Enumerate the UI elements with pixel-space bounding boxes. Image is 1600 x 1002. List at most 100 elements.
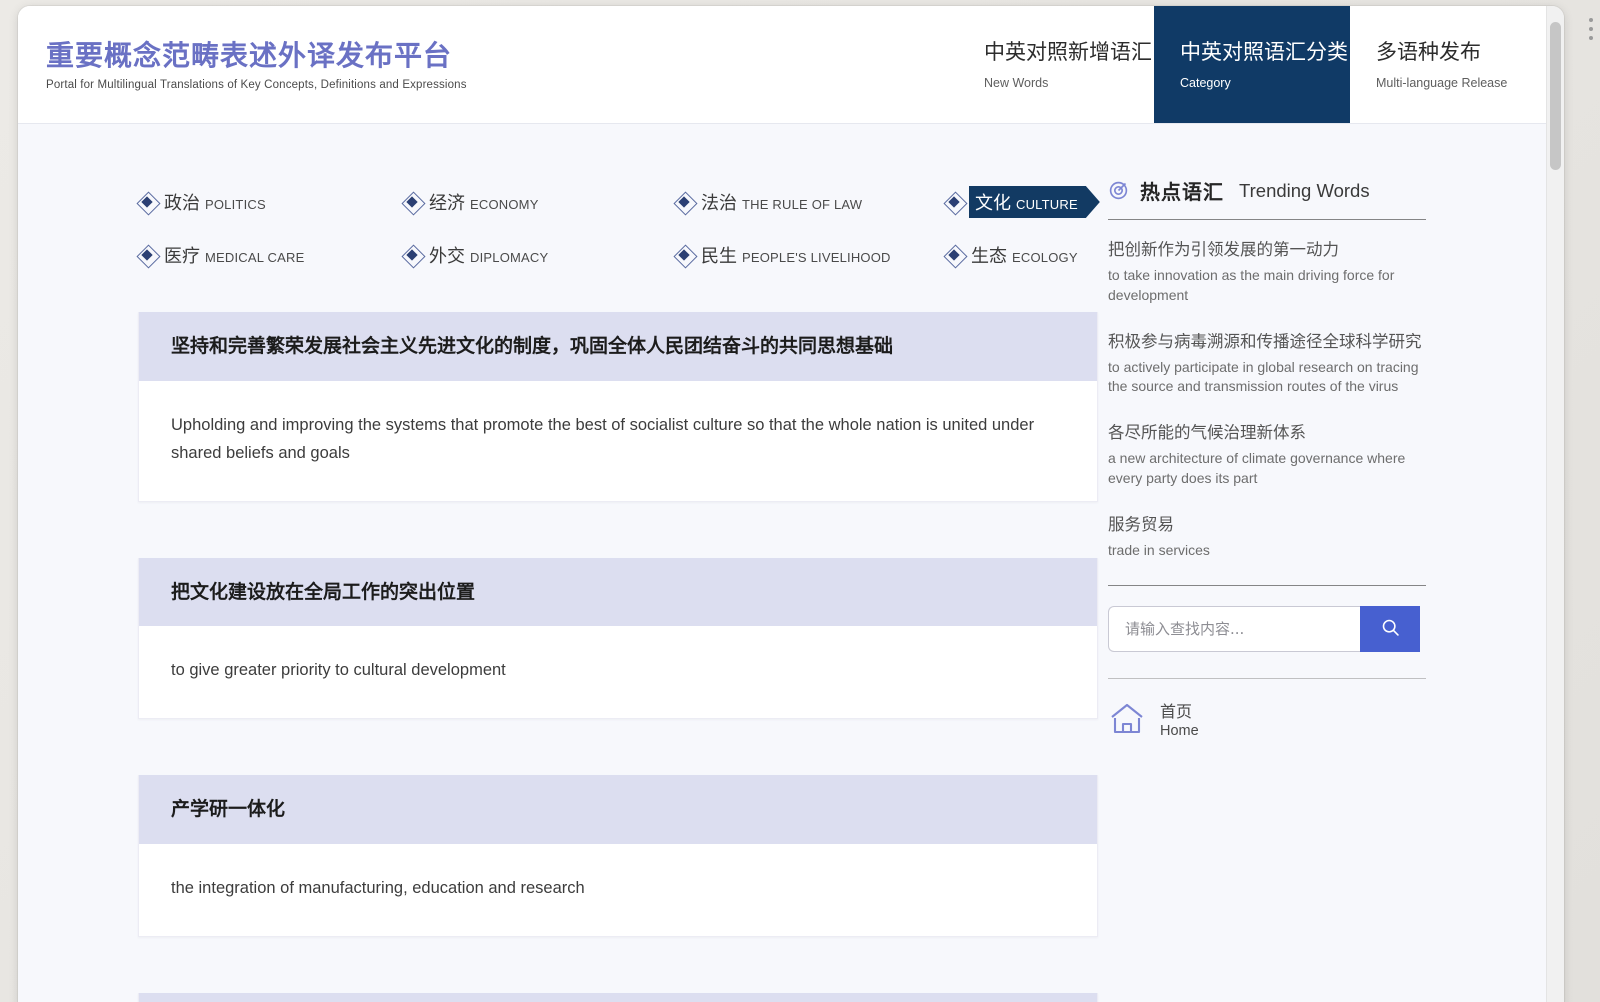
trending-item[interactable]: 服务贸易 trade in services bbox=[1108, 513, 1426, 561]
brand-title-en: Portal for Multilingual Translations of … bbox=[46, 79, 718, 91]
window-menu-dots[interactable] bbox=[1589, 18, 1597, 45]
nav-item-label-cn: 中英对照语汇分类 bbox=[1180, 39, 1348, 66]
category-medical-care[interactable]: 医疗 MEDICAL CARE bbox=[138, 240, 403, 270]
trending-item-en: to actively participate in global resear… bbox=[1108, 358, 1426, 398]
entry-card[interactable]: 把文化建设放在全局工作的突出位置 to give greater priorit… bbox=[138, 558, 1098, 720]
category-label-cn: 经济 bbox=[429, 189, 465, 215]
scrollbar-thumb[interactable] bbox=[1550, 22, 1561, 170]
trending-item-cn: 服务贸易 bbox=[1108, 513, 1426, 537]
category-diplomacy[interactable]: 外交 DIPLOMACY bbox=[403, 240, 675, 270]
divider bbox=[1108, 585, 1426, 586]
entry-title-cn: 坚持和完善繁荣发展社会主义先进文化的制度，巩固全体人民团结奋斗的共同思想基础 bbox=[139, 312, 1097, 381]
brand: 重要概念范畴表述外译发布平台 Portal for Multilingual T… bbox=[18, 6, 718, 123]
home-link-text: 首页 Home bbox=[1160, 702, 1199, 740]
trending-item-cn: 把创新作为引领发展的第一动力 bbox=[1108, 238, 1426, 262]
dot bbox=[1589, 18, 1593, 22]
trending-item[interactable]: 积极参与病毒溯源和传播途径全球科学研究 to actively particip… bbox=[1108, 330, 1426, 398]
category-ecology[interactable]: 生态 ECOLOGY bbox=[945, 240, 1108, 270]
category-peoples-livelihood[interactable]: 民生 PEOPLE'S LIVELIHOOD bbox=[675, 240, 945, 270]
entry-title-cn: 城乡公共文化服务体系一体建设 bbox=[139, 993, 1097, 1002]
nav-item-label-cn: 多语种发布 bbox=[1376, 39, 1481, 66]
trending-item-en: to take innovation as the main driving f… bbox=[1108, 266, 1426, 306]
search-button[interactable] bbox=[1360, 606, 1420, 652]
entry-translation-en: Upholding and improving the systems that… bbox=[139, 381, 1097, 501]
category-label-en: PEOPLE'S LIVELIHOOD bbox=[742, 250, 891, 265]
sidebar: 热点语汇 Trending Words 把创新作为引领发展的第一动力 to ta… bbox=[1108, 124, 1546, 1002]
home-link[interactable]: 首页 Home bbox=[1108, 701, 1546, 742]
category-label-en: POLITICS bbox=[205, 197, 266, 212]
diamond-icon bbox=[138, 193, 156, 211]
page-viewport: 重要概念范畴表述外译发布平台 Portal for Multilingual T… bbox=[18, 6, 1546, 1002]
vertical-scrollbar[interactable] bbox=[1546, 6, 1564, 1002]
entry-card[interactable]: 产学研一体化 the integration of manufacturing,… bbox=[138, 775, 1098, 937]
category-label-en: ECONOMY bbox=[470, 197, 539, 212]
category-label-cn: 医疗 bbox=[164, 242, 200, 268]
nav-item-label-en: New Words bbox=[984, 76, 1048, 90]
diamond-icon bbox=[945, 193, 963, 211]
search-icon bbox=[1380, 617, 1401, 641]
category-label: 医疗 MEDICAL CARE bbox=[162, 240, 306, 270]
category-label: 政治 POLITICS bbox=[162, 187, 268, 217]
diamond-icon bbox=[138, 246, 156, 264]
search-input[interactable] bbox=[1108, 606, 1360, 652]
entry-title-cn: 把文化建设放在全局工作的突出位置 bbox=[139, 558, 1097, 627]
search-bar bbox=[1108, 606, 1420, 652]
entry-title-cn: 产学研一体化 bbox=[139, 775, 1097, 844]
category-label-cn: 政治 bbox=[164, 189, 200, 215]
category-label-en: ECOLOGY bbox=[1012, 250, 1078, 265]
home-label-en: Home bbox=[1160, 722, 1199, 740]
diamond-icon bbox=[675, 246, 693, 264]
diamond-icon bbox=[945, 246, 963, 264]
entry-card[interactable]: 城乡公共文化服务体系一体建设 the integrated developmen… bbox=[138, 993, 1098, 1002]
brand-title-cn: 重要概念范畴表述外译发布平台 bbox=[46, 38, 718, 73]
trending-item[interactable]: 把创新作为引领发展的第一动力 to take innovation as the… bbox=[1108, 238, 1426, 306]
category-label: 文化 CULTURE bbox=[969, 186, 1100, 218]
category-politics[interactable]: 政治 POLITICS bbox=[138, 186, 403, 218]
trending-item-en: trade in services bbox=[1108, 541, 1426, 561]
target-icon bbox=[1108, 180, 1129, 201]
category-rule-of-law[interactable]: 法治 THE RULE OF LAW bbox=[675, 186, 945, 218]
category-culture[interactable]: 文化 CULTURE bbox=[945, 186, 1108, 218]
home-icon bbox=[1108, 701, 1146, 742]
trending-item-cn: 各尽所能的气候治理新体系 bbox=[1108, 421, 1426, 445]
nav-item-new-words[interactable]: 中英对照新增语汇 New Words bbox=[958, 6, 1154, 123]
category-label-cn: 民生 bbox=[701, 242, 737, 268]
nav-item-category[interactable]: 中英对照语汇分类 Category bbox=[1154, 6, 1350, 123]
category-label: 生态 ECOLOGY bbox=[969, 240, 1080, 270]
dot bbox=[1589, 27, 1593, 31]
diamond-icon bbox=[403, 246, 421, 264]
main-content: 政治 POLITICS 经济 ECONOMY bbox=[18, 124, 1108, 1002]
category-label-en: MEDICAL CARE bbox=[205, 250, 304, 265]
category-label-cn: 外交 bbox=[429, 242, 465, 268]
category-economy[interactable]: 经济 ECONOMY bbox=[403, 186, 675, 218]
trending-title-cn: 热点语汇 bbox=[1140, 176, 1224, 205]
page-body: 政治 POLITICS 经济 ECONOMY bbox=[18, 124, 1546, 1002]
category-label-cn: 文化 bbox=[975, 189, 1011, 215]
category-label: 法治 THE RULE OF LAW bbox=[699, 187, 864, 217]
nav-item-label-en: Category bbox=[1180, 76, 1231, 90]
category-label: 民生 PEOPLE'S LIVELIHOOD bbox=[699, 240, 893, 270]
main-nav: 中英对照新增语汇 New Words 中英对照语汇分类 Category 多语种… bbox=[958, 6, 1546, 123]
trending-words-header: 热点语汇 Trending Words bbox=[1108, 176, 1546, 219]
trending-words-list: 把创新作为引领发展的第一动力 to take innovation as the… bbox=[1108, 220, 1426, 561]
site-header: 重要概念范畴表述外译发布平台 Portal for Multilingual T… bbox=[18, 6, 1546, 124]
category-filter-list: 政治 POLITICS 经济 ECONOMY bbox=[138, 186, 1108, 270]
category-label: 外交 DIPLOMACY bbox=[427, 240, 550, 270]
category-label-en: THE RULE OF LAW bbox=[742, 197, 862, 212]
desktop-background: 重要概念范畴表述外译发布平台 Portal for Multilingual T… bbox=[0, 0, 1600, 1002]
home-label-cn: 首页 bbox=[1160, 702, 1199, 722]
entry-translation-en: the integration of manufacturing, educat… bbox=[139, 844, 1097, 936]
divider bbox=[1108, 219, 1426, 220]
nav-item-label-cn: 中英对照新增语汇 bbox=[984, 39, 1152, 66]
category-label-cn: 生态 bbox=[971, 242, 1007, 268]
trending-item[interactable]: 各尽所能的气候治理新体系 a new architecture of clima… bbox=[1108, 421, 1426, 489]
browser-window: 重要概念范畴表述外译发布平台 Portal for Multilingual T… bbox=[18, 6, 1564, 1002]
entry-card[interactable]: 坚持和完善繁荣发展社会主义先进文化的制度，巩固全体人民团结奋斗的共同思想基础 U… bbox=[138, 312, 1098, 502]
category-label: 经济 ECONOMY bbox=[427, 187, 541, 217]
nav-item-multi-language-release[interactable]: 多语种发布 Multi-language Release bbox=[1350, 6, 1546, 123]
category-label-en: CULTURE bbox=[1016, 197, 1078, 212]
dot bbox=[1589, 36, 1593, 40]
trending-title-en: Trending Words bbox=[1239, 180, 1370, 202]
nav-item-label-en: Multi-language Release bbox=[1376, 76, 1507, 90]
category-label-cn: 法治 bbox=[701, 189, 737, 215]
